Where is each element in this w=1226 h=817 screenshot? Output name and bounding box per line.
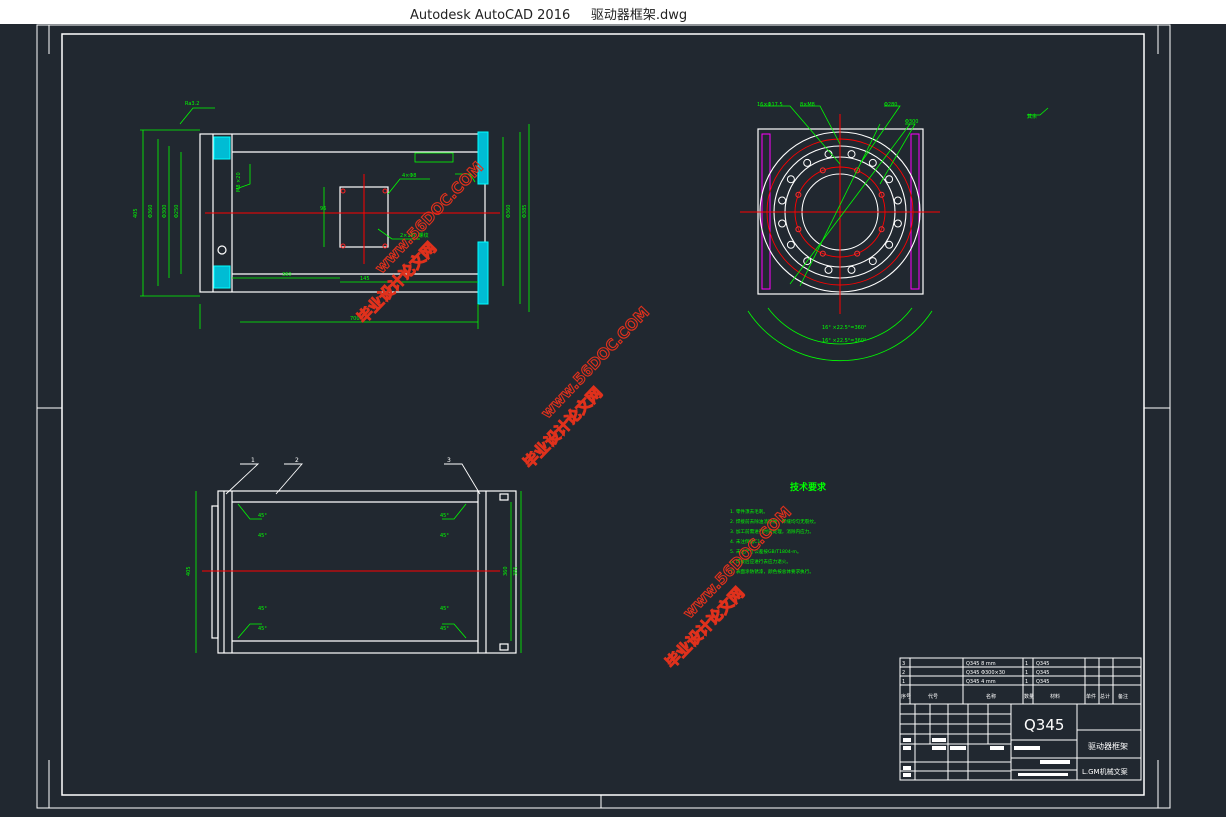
bom-row-1-qty: 1 [1025,679,1028,685]
bom-row-2-no: 2 [902,670,905,676]
weldment-view: 1 2 3 405 360 385 45° 45° 45° 45° 45° 45° 4… [186,457,522,654]
svg-text:16×Φ17.5: 16×Φ17.5 [757,102,783,108]
svg-text:Φ280: Φ280 [884,102,897,108]
svg-text:45°: 45° [258,513,267,519]
svg-text:Φ300: Φ300 [905,119,918,125]
bom-header-code: 代号 [928,693,938,700]
bom-header-no: 序号 [901,693,911,700]
bom-row-3-qty: 1 [1025,661,1028,667]
watermarks: 毕业设计论文网 www.56DOC.COM 毕业设计论文网 www.56DOC.… [353,158,795,673]
tech-line-1: 1. 零件须去毛刺。 [730,508,768,515]
svg-text:45°: 45° [258,533,267,539]
svg-text:96: 96 [320,206,326,212]
bom-row-3-no: 3 [902,661,905,667]
bolt-hole [778,219,787,228]
svg-text:45°: 45° [440,626,449,632]
bolt-hole [885,240,894,249]
svg-text:Φ360: Φ360 [506,205,512,218]
svg-text:16° ×22.5°=360°: 16° ×22.5°=360° [822,325,867,331]
tech-title: 技术要求 [790,481,827,493]
bolt-hole [778,196,787,205]
bolt-hole [893,196,902,205]
svg-text:45°: 45° [258,626,267,632]
svg-text:45°: 45° [440,513,449,519]
svg-text:16° ×22.5°=360°: 16° ×22.5°=360° [822,338,867,344]
svg-text:360: 360 [282,272,292,278]
svg-text:360: 360 [503,566,509,576]
bolt-hole [885,175,894,184]
svg-text:Φ250: Φ250 [174,205,180,218]
bolt-hole [847,150,856,159]
part-label-3: 3 [447,457,451,464]
bom-header-total: 总计 [1100,693,1110,700]
svg-text:45°: 45° [258,606,267,612]
svg-text:Φ360: Φ360 [148,205,154,218]
drawing-canvas[interactable]: 405 Φ360 Φ300 Φ250 360 145 700 96 Φ360 Φ… [0,24,1226,813]
bom-header-mat: 材料 [1050,693,1060,700]
title-block: 序号 代号 名称 数量 材料 单件 总计 备注 3 Q345 8 mm 1 Q3… [899,657,1142,781]
part-label-2: 2 [295,457,299,464]
company-text: L.GM机械文案 [1082,767,1128,776]
end-view: 16×Φ17.5 8×M8 Φ280 Φ300 16° ×22.5°=360° … [740,102,1049,362]
svg-text:4×Φ8: 4×Φ8 [402,173,417,179]
bom-row-3-mat: Q345 [1036,661,1049,667]
bom-row-2-qty: 1 [1025,670,1028,676]
svg-text:Φ300: Φ300 [162,205,168,218]
material-text: Q345 [1024,716,1064,734]
svg-text:Φ385: Φ385 [522,205,528,218]
svg-text:M8 ×20: M8 ×20 [236,172,242,192]
svg-text:Ra3.2: Ra3.2 [185,101,199,107]
bom-header-qty: 数量 [1024,693,1034,700]
bom-header-single: 单件 [1086,693,1096,700]
bom-row-3-name: Q345 8 mm [966,661,996,667]
svg-text:405: 405 [186,566,192,576]
title-bar: Autodesk AutoCAD 2016 驱动器框架.dwg [0,0,1226,24]
bolt-hole [868,257,877,266]
bolt-hole [868,158,877,167]
bolt-hole [847,265,856,274]
bom-row-1-name: Q345 4 mm [966,679,996,685]
bolt-hole [803,158,812,167]
bolt-hole [824,265,833,274]
part-label-1: 1 [251,457,255,464]
bolt-hole [893,219,902,228]
bom-row-1-mat: Q345 [1036,679,1049,685]
window-title: Autodesk AutoCAD 2016 驱动器框架.dwg [410,8,688,23]
roughness-label: 其余 [1027,113,1037,120]
svg-text:45°: 45° [440,606,449,612]
bom-row-2-mat: Q345 [1036,670,1049,676]
svg-text:145: 145 [360,276,370,282]
bolt-hole [786,175,795,184]
bom-row-1-no: 1 [902,679,905,685]
part-name-text: 驱动器框架 [1088,741,1128,751]
sheet-frame [36,24,1171,809]
svg-text:405: 405 [133,208,139,218]
front-section-view: 405 Φ360 Φ300 Φ250 360 145 700 96 Φ360 Φ… [133,101,530,329]
svg-text:45°: 45° [440,533,449,539]
bom-header-remark: 备注 [1118,693,1128,700]
bom-row-2-name: Q345 Φ300×30 [966,670,1005,676]
svg-text:385: 385 [513,566,519,576]
bom-header-name: 名称 [986,693,996,700]
svg-text:8×M8: 8×M8 [800,102,815,108]
bolt-hole [786,240,795,249]
